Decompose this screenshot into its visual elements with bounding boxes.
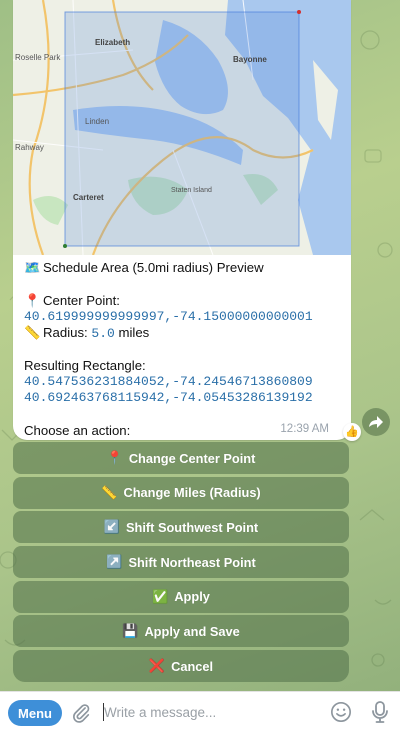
arrow-northeast-icon: ↗️ [106, 554, 123, 570]
ruler-icon: 📏 [24, 325, 41, 341]
paperclip-icon[interactable] [70, 702, 92, 724]
rectangle-southwest[interactable]: 40.547536231884052,-74.24546713860809 [24, 374, 344, 390]
menu-button[interactable]: Menu [8, 700, 62, 726]
rectangle-northeast[interactable]: 40.692463768115942,-74.05453286139192 [24, 390, 344, 406]
map-label: Carteret [73, 193, 104, 202]
pin-icon: 📍 [106, 450, 123, 465]
change-miles-button[interactable]: 📏 Change Miles (Radius) [13, 476, 349, 509]
radius-value[interactable]: 5.0 [91, 326, 114, 341]
cancel-button[interactable]: ❌ Cancel [13, 650, 349, 683]
forward-button[interactable] [362, 408, 390, 436]
map-preview[interactable]: Roselle Park Elizabeth Bayonne Rahway Ca… [13, 0, 351, 255]
change-center-point-button[interactable]: 📍 Change Center Point [13, 442, 349, 474]
forward-arrow-icon [369, 416, 383, 428]
inline-keyboard: 📍 Change Center Point 📏 Change Miles (Radi… [13, 442, 351, 685]
map-icon: 🗺️ [24, 260, 41, 275]
cross-icon: ❌ [148, 658, 166, 674]
preview-title: 🗺️ Schedule Area (5.0mi radius) Preview [24, 260, 264, 275]
shift-southwest-button[interactable]: ↙️ Shift Southwest Point [13, 511, 349, 544]
apply-button[interactable]: ✅ Apply [13, 580, 349, 613]
map-label: Rahway [15, 143, 44, 152]
rectangle-label: Resulting Rectangle: [24, 357, 146, 373]
message-bubble: Roselle Park Elizabeth Bayonne Rahway Ca… [13, 0, 351, 440]
check-icon: ✅ [152, 588, 169, 604]
shift-northeast-button[interactable]: ↗️ Shift Northeast Point [13, 546, 349, 579]
center-point-label: 📍 Center Point: [24, 292, 120, 308]
map-label: Bayonne [233, 55, 267, 64]
message-text: 🗺️ Schedule Area (5.0mi radius) Preview 📍… [24, 260, 344, 439]
pin-icon: 📍 [24, 292, 41, 308]
radius-line: 📏 Radius: 5.0 miles [24, 325, 150, 342]
radius-unit: miles [118, 325, 150, 341]
arrow-southwest-icon: ↙️ [103, 519, 120, 535]
thumbs-up-reaction[interactable]: 👍 [343, 423, 361, 441]
map-label: Elizabeth [95, 38, 130, 47]
apply-and-save-button[interactable]: 💾 Apply and Save [13, 615, 349, 648]
message-input[interactable] [104, 700, 314, 724]
message-time: 12:39 AM [280, 423, 329, 435]
map-label: Staten Island [171, 187, 212, 194]
message-input-bar: Menu [0, 691, 400, 731]
emoji-icon[interactable] [330, 701, 352, 723]
microphone-icon[interactable] [369, 700, 391, 724]
ruler-icon: 📏 [101, 484, 118, 500]
map-label: Roselle Park [15, 53, 61, 62]
map-label: Linden [85, 117, 109, 126]
floppy-disk-icon: 💾 [122, 623, 139, 639]
center-coordinates[interactable]: 40.619999999999997,-74.15000000000001 [24, 309, 344, 325]
